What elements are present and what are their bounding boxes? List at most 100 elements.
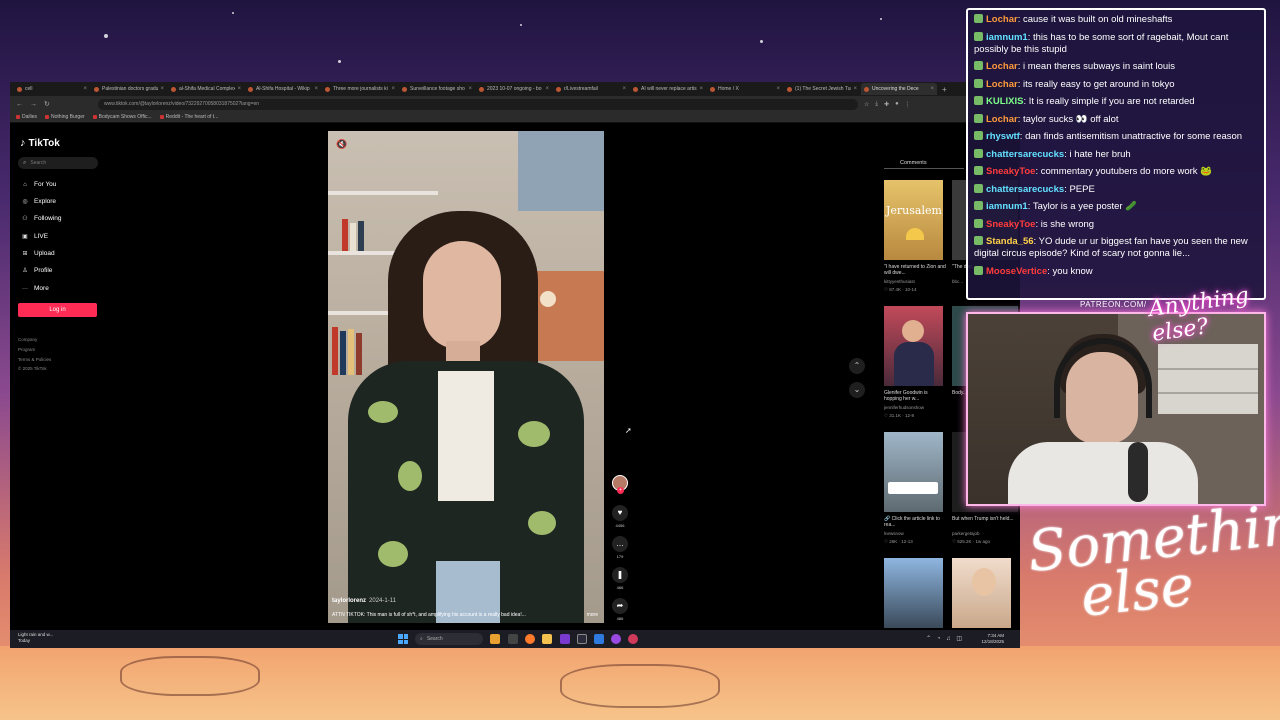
new-tab-button[interactable]: + (942, 85, 947, 94)
clock[interactable]: 7:34 AM 12/18/2025 (981, 633, 1004, 645)
browser-tab[interactable]: 2023 10-07 ongoing - bo × (476, 83, 552, 95)
caption-more-link[interactable]: more (587, 612, 598, 618)
system-tray[interactable]: ⌃ ◔ ♫ ◫ (926, 635, 964, 642)
like-button[interactable]: ♥ 4456 (611, 505, 629, 528)
login-button[interactable]: Log in (18, 303, 97, 317)
related-user[interactable]: jenniferhudsonshow (884, 405, 946, 410)
close-icon[interactable]: × (468, 86, 472, 92)
weather-widget[interactable]: Light rain and w... Today (18, 632, 53, 644)
browser-tab[interactable]: r/Livestreamfail × (553, 83, 629, 95)
nav-live[interactable]: ▣ LIVE (20, 233, 48, 240)
mute-icon[interactable]: 🔇 (336, 139, 347, 150)
related-video-thumb[interactable] (884, 432, 943, 512)
video-player[interactable]: 🔇 taylorlorenz 2024-1-11 ATTN TIKTOK: Thi… (328, 131, 604, 623)
chat-username[interactable]: Lochar (986, 14, 1018, 25)
bookmark-item[interactable]: Bodycam Shows Offic... (92, 114, 152, 120)
close-icon[interactable]: × (545, 86, 549, 92)
close-icon[interactable]: × (391, 86, 395, 92)
related-user[interactable]: parkergetajob (952, 531, 1014, 536)
bookmark-item[interactable]: Nothing Burger (45, 114, 85, 120)
related-video-thumb[interactable] (884, 558, 943, 628)
chat-username[interactable]: SneakyToe (986, 166, 1035, 177)
share-button[interactable]: ➦ 486 (611, 598, 629, 621)
related-video-thumb[interactable] (884, 306, 943, 386)
app-icon[interactable] (628, 634, 638, 644)
browser-tab[interactable]: (1) The Secret Jewish Tun × (784, 83, 860, 95)
close-icon[interactable]: × (237, 86, 241, 92)
chat-username[interactable]: iamnum1 (986, 32, 1028, 43)
close-icon[interactable]: × (699, 86, 703, 92)
address-bar[interactable]: www.tiktok.com/@taylorlorenz/video/73229… (98, 98, 858, 110)
app-icon[interactable] (594, 634, 604, 644)
chat-username[interactable]: iamnum1 (986, 201, 1028, 212)
close-icon[interactable]: × (314, 86, 318, 92)
browser-tab[interactable]: Home / X × (707, 83, 783, 95)
related-user[interactable]: kittyyenthusiast (884, 279, 946, 284)
app-icon[interactable] (560, 634, 570, 644)
chat-username[interactable]: chattersarecucks (986, 149, 1064, 160)
nav-profile[interactable]: ♙ Profile (20, 267, 52, 274)
app-icon[interactable] (490, 634, 500, 644)
chat-username[interactable]: MooseVertice (986, 266, 1047, 277)
app-icon[interactable] (508, 634, 518, 644)
chat-username[interactable]: KULIXIS (986, 96, 1023, 107)
follow-plus-icon[interactable]: + (617, 487, 624, 494)
browser-tab[interactable]: Palestinian doctors gradu × (91, 83, 167, 95)
related-video-thumb[interactable]: Jerusalem (884, 180, 943, 260)
chat-username[interactable]: Lochar (986, 114, 1018, 125)
browser-tab[interactable]: al-Shifa Medical Complex × (168, 83, 244, 95)
footer-program[interactable]: Program (18, 347, 35, 352)
nav-following[interactable]: ⚇ Following (20, 215, 61, 222)
nav-explore[interactable]: ◎ Explore (20, 198, 56, 205)
browser-tab[interactable]: Three more journalists ki × (322, 83, 398, 95)
browser-tab[interactable]: AI will never replace artis × (630, 83, 706, 95)
tiktok-logo[interactable]: ♪ TikTok (20, 137, 60, 149)
reload-icon[interactable]: ↻ (44, 100, 58, 108)
close-icon[interactable]: × (853, 86, 857, 92)
taskbar-search[interactable]: ⌕ Search (415, 633, 483, 645)
chat-username[interactable]: Lochar (986, 79, 1018, 90)
folder-app-icon[interactable] (542, 634, 552, 644)
search-input[interactable]: ⌕ Search (18, 157, 98, 169)
close-icon[interactable]: × (776, 86, 780, 92)
browser-app-icon[interactable] (525, 634, 535, 644)
app-icon[interactable] (611, 634, 621, 644)
comment-button[interactable]: … 179 (611, 536, 629, 559)
save-button[interactable]: ❚ 466 (611, 567, 629, 590)
close-icon[interactable]: × (622, 86, 626, 92)
browser-tab[interactable]: Surveillance footage sho × (399, 83, 475, 95)
chat-username[interactable]: Standa_56 (986, 236, 1034, 247)
chat-username[interactable]: SneakyToe (986, 219, 1035, 230)
forward-icon[interactable]: → (30, 101, 44, 108)
extensions-icon[interactable]: ✚ (884, 101, 889, 108)
chat-username[interactable]: rhyswtf (986, 131, 1020, 142)
browser-tab-active[interactable]: Uncovering the Dece × (861, 83, 937, 95)
chevron-down-icon[interactable]: ⌄ (849, 382, 865, 398)
close-icon[interactable]: × (83, 86, 87, 92)
footer-terms[interactable]: Terms & Policies (18, 357, 51, 362)
bookmark-item[interactable]: Dailies (16, 114, 37, 120)
nav-more[interactable]: ··· More (20, 285, 49, 292)
tab-comments[interactable]: Comments (900, 160, 927, 166)
footer-company[interactable]: Company (18, 337, 37, 342)
app-icon[interactable] (577, 634, 587, 644)
related-user[interactable]: lnewsnow (884, 531, 946, 536)
profile-icon[interactable]: ● (895, 101, 899, 107)
menu-icon[interactable]: ⋮ (905, 101, 911, 108)
windows-start-icon[interactable] (398, 634, 408, 644)
browser-tab[interactable]: Al-Shifa Hospital - Wikip × (245, 83, 321, 95)
download-icon[interactable]: ⤓ (875, 101, 878, 108)
back-icon[interactable]: ← (16, 101, 30, 108)
browser-tab[interactable]: cell × (14, 83, 90, 95)
chevron-up-icon[interactable]: ⌃ (849, 358, 865, 374)
chat-username[interactable]: Lochar (986, 61, 1018, 72)
related-video-thumb[interactable] (952, 558, 1011, 628)
chat-username[interactable]: chattersarecucks (986, 184, 1064, 195)
nav-upload[interactable]: ⊞ Upload (20, 250, 54, 257)
star-icon[interactable]: ☆ (864, 101, 869, 108)
video-author[interactable]: taylorlorenz 2024-1-11 (332, 598, 396, 604)
close-icon[interactable]: × (160, 86, 164, 92)
close-icon[interactable]: × (930, 86, 934, 92)
nav-for-you[interactable]: ⌂ For You (20, 181, 56, 188)
bookmark-item[interactable]: Reddit - The heart of t... (159, 114, 218, 120)
